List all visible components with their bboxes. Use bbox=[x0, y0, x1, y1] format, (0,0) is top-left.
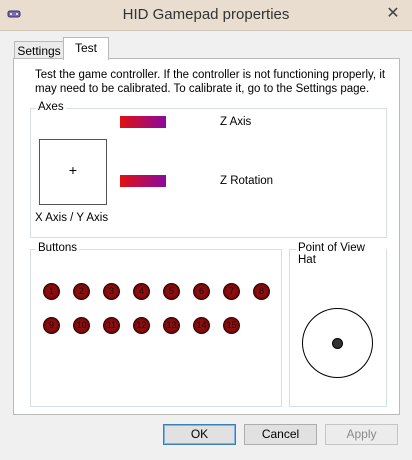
tab-test[interactable]: Test bbox=[63, 37, 109, 60]
gamepad-button-8: 8 bbox=[253, 283, 270, 300]
gamepad-button-5: 5 bbox=[163, 283, 180, 300]
z-axis-bar bbox=[120, 116, 166, 128]
test-tab-panel: Test the game controller. If the control… bbox=[13, 58, 400, 415]
buttons-group-label: Buttons bbox=[36, 242, 79, 254]
cancel-button[interactable]: Cancel bbox=[244, 424, 317, 445]
xy-axis-label: X Axis / Y Axis bbox=[35, 212, 109, 224]
pov-hat-display bbox=[302, 308, 373, 378]
z-axis-label: Z Axis bbox=[220, 116, 252, 128]
gamepad-button-7: 7 bbox=[223, 283, 240, 300]
apply-button[interactable]: Apply bbox=[325, 424, 398, 445]
gamepad-button-12: 12 bbox=[133, 317, 150, 334]
instructions-text: Test the game controller. If the control… bbox=[35, 69, 386, 95]
gamepad-button-2: 2 bbox=[73, 283, 90, 300]
gamepad-button-11: 11 bbox=[103, 317, 120, 334]
window-title: HID Gamepad properties bbox=[122, 6, 290, 23]
axes-group-label: Axes bbox=[36, 101, 66, 113]
ok-button[interactable]: OK bbox=[163, 424, 236, 445]
z-rotation-bar bbox=[120, 175, 166, 187]
close-button[interactable]: ✕ bbox=[382, 4, 404, 24]
gamepad-button-10: 10 bbox=[73, 317, 90, 334]
pov-hat-group: Point of View Hat bbox=[289, 242, 387, 407]
axes-group: Axes + X Axis / Y Axis Z Axis Z Rotation bbox=[30, 101, 387, 238]
pov-hat-indicator bbox=[332, 338, 343, 349]
gamepad-button-6: 6 bbox=[193, 283, 210, 300]
gamepad-button-4: 4 bbox=[133, 283, 150, 300]
gamepad-button-15: 15 bbox=[223, 317, 240, 334]
gamepad-button-13: 13 bbox=[163, 317, 180, 334]
xy-crosshair: + bbox=[68, 162, 78, 178]
buttons-group: Buttons 1 2 3 4 5 6 7 8 9 10 11 12 13 14… bbox=[30, 242, 282, 407]
gamepad-button-1: 1 bbox=[43, 283, 60, 300]
xy-axis-display: + bbox=[39, 139, 107, 205]
title-bar: HID Gamepad properties ✕ bbox=[0, 0, 412, 31]
pov-hat-group-label: Point of View Hat bbox=[296, 242, 386, 266]
z-rotation-label: Z Rotation bbox=[220, 175, 274, 187]
gamepad-button-14: 14 bbox=[193, 317, 210, 334]
gamepad-button-3: 3 bbox=[103, 283, 120, 300]
gamepad-button-9: 9 bbox=[43, 317, 60, 334]
